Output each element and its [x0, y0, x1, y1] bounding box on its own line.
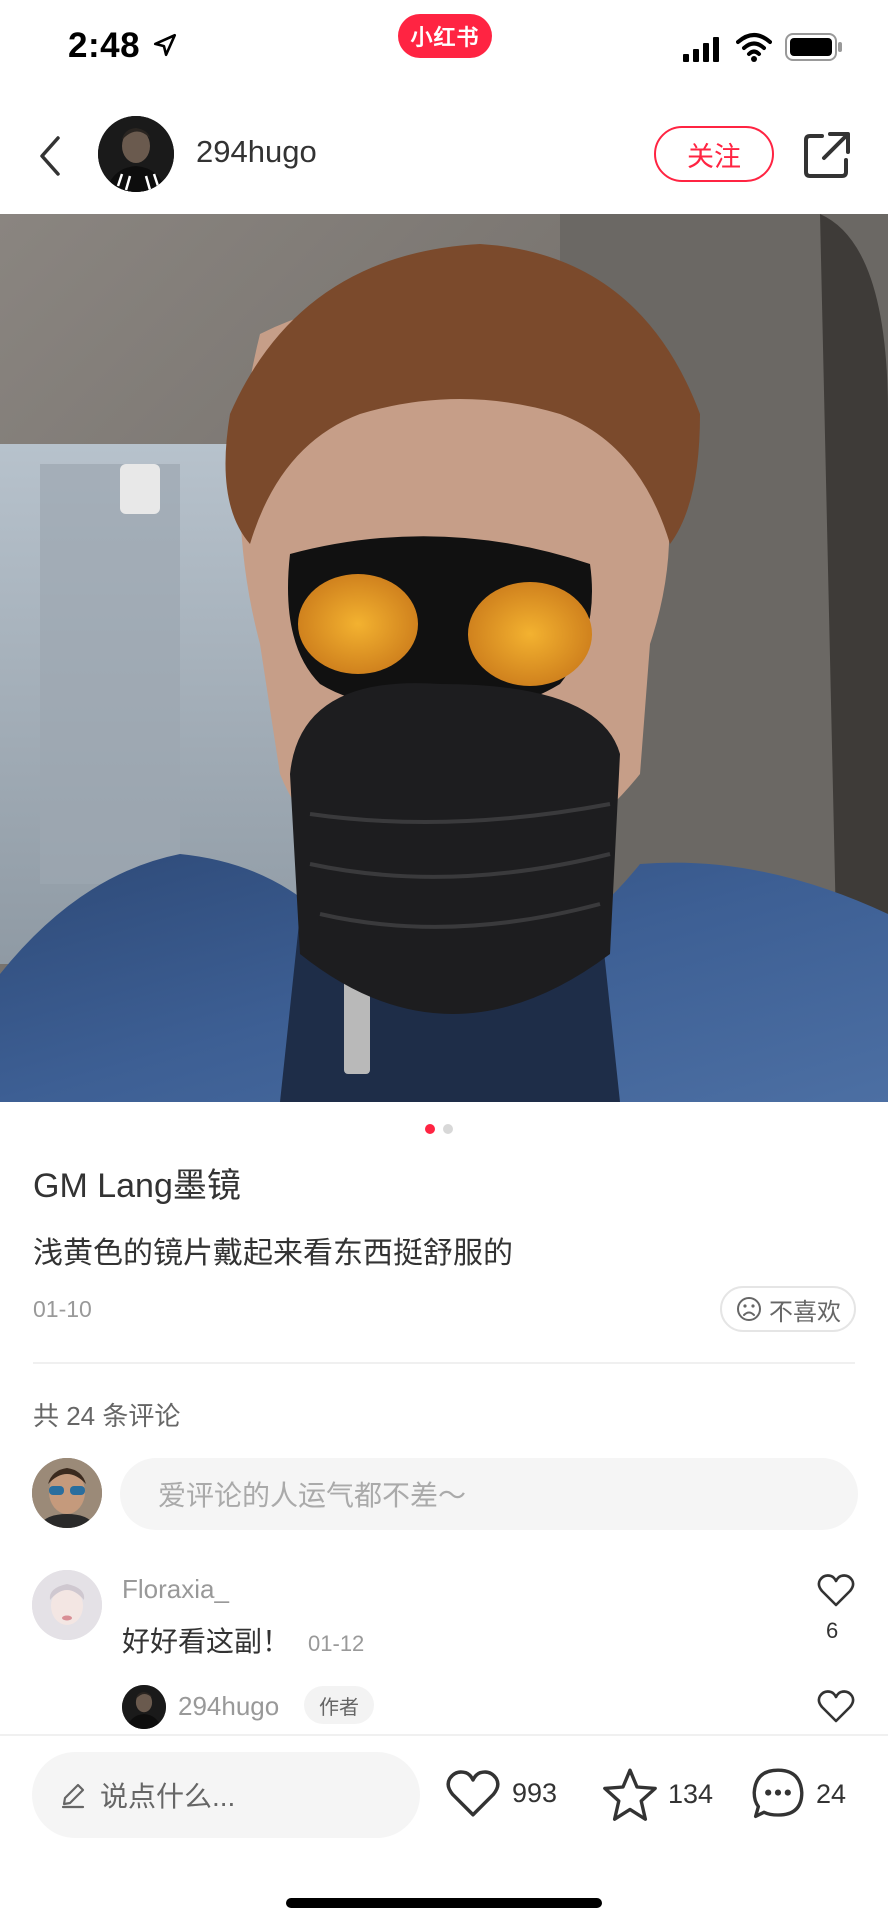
comment-like-count: 6: [826, 1618, 839, 1643]
divider: [33, 1362, 855, 1364]
image-pager: [425, 1124, 453, 1134]
note-header: 294hugo 关注: [0, 96, 888, 214]
collect-count: 134: [668, 1778, 714, 1809]
share-icon[interactable]: [800, 128, 854, 182]
pencil-icon: [61, 1783, 85, 1809]
like-button[interactable]: 993: [444, 1766, 557, 1820]
commenter-avatar[interactable]: [32, 1570, 102, 1640]
star-icon: [603, 1768, 657, 1821]
heart-icon: [446, 1770, 500, 1817]
like-count: 993: [512, 1777, 558, 1808]
author-avatar[interactable]: [98, 116, 174, 192]
battery-icon: [785, 33, 842, 61]
note-date: 01-10: [33, 1296, 92, 1322]
back-arrow-icon[interactable]: [30, 128, 70, 184]
cellular-signal-icon: [683, 37, 719, 62]
frown-face-icon: [737, 1297, 761, 1321]
heart-icon[interactable]: [816, 1572, 856, 1608]
my-avatar: [32, 1458, 102, 1528]
note-photo[interactable]: [0, 214, 888, 1102]
location-arrow-icon: [153, 33, 177, 57]
dislike-button[interactable]: 不喜欢: [720, 1286, 856, 1332]
pager-dot: [443, 1124, 453, 1134]
comment-body: 好好看这副！: [122, 1626, 291, 1657]
reply-username[interactable]: 294hugo: [178, 1691, 279, 1722]
status-time: 2:48: [68, 26, 141, 65]
comment-input[interactable]: 爱评论的人运气都不差～: [120, 1458, 858, 1530]
comment-button[interactable]: 24: [750, 1766, 846, 1822]
author-name[interactable]: 294hugo: [196, 134, 317, 170]
heart-icon[interactable]: [816, 1688, 856, 1724]
pager-dot-active: [425, 1124, 435, 1134]
note-title: GM Lang墨镜: [33, 1167, 241, 1205]
reply-avatar[interactable]: [122, 1685, 166, 1729]
wifi-icon: [736, 33, 772, 62]
bottom-action-bar: 说点什么... 993 134 24: [0, 1734, 888, 1922]
comment-text: 好好看这副！ 01-12: [122, 1620, 364, 1660]
follow-button[interactable]: 关注: [654, 126, 774, 182]
chat-bubble-icon: [752, 1768, 804, 1819]
comment-date: 01-12: [308, 1631, 365, 1656]
brand-logo: 小红书: [398, 14, 492, 58]
author-badge: 作者: [304, 1686, 374, 1724]
commenter-name[interactable]: Floraxia_: [122, 1574, 229, 1605]
say-something-placeholder: 说点什么...: [100, 1781, 236, 1812]
home-indicator: [286, 1898, 602, 1908]
comment-count: 共 24 条评论: [33, 1401, 181, 1431]
collect-button[interactable]: 134: [602, 1766, 713, 1822]
comment-total-count: 24: [816, 1778, 847, 1809]
dislike-label: 不喜欢: [769, 1298, 841, 1326]
note-description: 浅黄色的镜片戴起来看东西挺舒服的: [33, 1237, 513, 1270]
status-bar: 2:48 小红书: [0, 0, 888, 96]
say-something-input[interactable]: 说点什么...: [32, 1752, 420, 1838]
